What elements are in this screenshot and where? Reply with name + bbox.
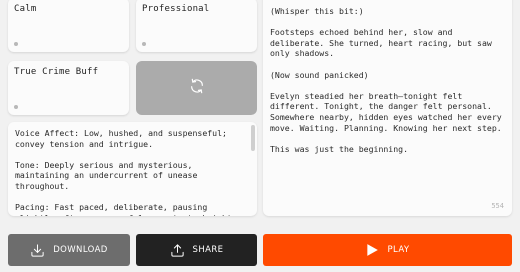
vibe-card-true-crime-buff[interactable]: True Crime Buff (8, 61, 129, 115)
instructions-scrollbar[interactable] (251, 125, 255, 151)
vibe-card-calm[interactable]: Calm (8, 0, 129, 52)
character-count: 554 (491, 202, 504, 210)
vibe-indicator-dot (142, 42, 146, 46)
play-icon (365, 243, 379, 257)
shuffle-vibes-button[interactable] (136, 61, 257, 115)
vibe-indicator-dot (14, 42, 18, 46)
instructions-text: Voice Affect: Low, hushed, and suspensef… (15, 128, 242, 216)
download-label: DOWNLOAD (53, 245, 108, 255)
vibe-label: Professional (142, 4, 210, 14)
vibe-indicator-dot (14, 105, 18, 109)
download-button[interactable]: DOWNLOAD (8, 234, 130, 266)
play-label: PLAY (387, 245, 410, 255)
share-label: SHARE (192, 245, 224, 255)
voice-instructions-textarea[interactable]: Voice Affect: Low, hushed, and suspensef… (8, 122, 257, 216)
refresh-icon (189, 78, 205, 98)
script-textarea[interactable]: (Whisper this bit:) Footsteps echoed beh… (263, 0, 512, 216)
script-text: (Whisper this bit:) Footsteps echoed beh… (270, 6, 502, 154)
vibe-label: Calm (14, 4, 37, 14)
vibe-label: True Crime Buff (14, 67, 99, 77)
download-icon (30, 243, 45, 258)
share-button[interactable]: SHARE (136, 234, 257, 266)
vibe-card-professional[interactable]: Professional (136, 0, 257, 52)
share-icon (170, 243, 185, 258)
play-button[interactable]: PLAY (263, 234, 512, 266)
